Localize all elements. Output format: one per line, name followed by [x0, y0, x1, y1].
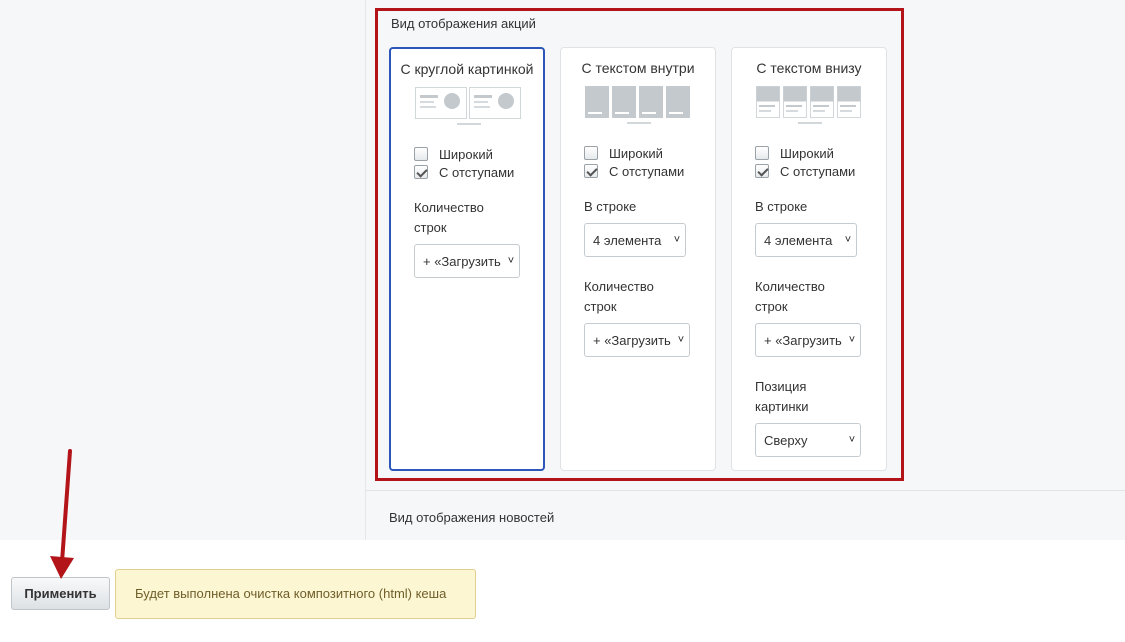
card-title: С текстом внизу	[756, 60, 862, 76]
image-position-select[interactable]: Сверху ˅	[755, 423, 861, 457]
padding-checkbox[interactable]	[755, 164, 769, 178]
per-row-label: В строке	[755, 199, 808, 214]
wide-checkbox[interactable]	[755, 146, 769, 160]
red-arrow-annotation	[50, 449, 74, 579]
padding-checkbox-row[interactable]: С отступами	[414, 163, 514, 181]
padding-checkbox[interactable]	[584, 164, 598, 178]
cache-notice: Будет выполнена очистка композитного (ht…	[115, 569, 476, 619]
checkbox-label: Широкий	[439, 146, 493, 162]
card-title: С круглой картинкой	[400, 61, 534, 77]
thumb-stand	[627, 122, 651, 124]
padding-checkbox[interactable]	[414, 165, 428, 179]
section-title: Вид отображения акций	[391, 16, 536, 31]
rows-count-select[interactable]: + «Загрузить ещё» ˅	[584, 323, 690, 357]
text-inside-layout-icon	[585, 86, 690, 118]
checkbox-label: Широкий	[609, 145, 663, 161]
chevron-down-icon: ˅	[677, 334, 685, 346]
wide-checkbox-row[interactable]: Широкий	[584, 144, 684, 162]
checkbox-label: С отступами	[609, 163, 685, 179]
wide-checkbox[interactable]	[584, 146, 598, 160]
text-below-layout-icon	[756, 86, 861, 118]
per-row-select[interactable]: 4 элемента ˅	[755, 223, 857, 257]
wide-checkbox-row[interactable]: Широкий	[414, 145, 514, 163]
checkbox-label: С отступами	[439, 164, 515, 180]
section-divider	[365, 490, 1125, 491]
per-row-label: В строке	[584, 199, 637, 214]
checkbox-label: Широкий	[780, 145, 834, 161]
thumb-stand	[457, 123, 481, 125]
rows-count-label: Количество строк	[755, 279, 825, 314]
per-row-select[interactable]: 4 элемента ˅	[584, 223, 686, 257]
chevron-down-icon: ˅	[844, 234, 852, 246]
wide-checkbox[interactable]	[414, 147, 428, 161]
view-option-text-inside[interactable]: С текстом внутри Широкий С отступами В с…	[560, 47, 716, 471]
rows-count-label: Количество строк	[584, 279, 654, 314]
chevron-down-icon: ˅	[848, 334, 856, 346]
news-view-section-title: Вид отображения новостей	[389, 510, 555, 525]
wide-checkbox-row[interactable]: Широкий	[755, 144, 855, 162]
rows-count-label: Количество строк	[414, 200, 484, 235]
padding-checkbox-row[interactable]: С отступами	[755, 162, 855, 180]
checkbox-label: С отступами	[780, 163, 856, 179]
view-option-round-image[interactable]: С круглой картинкой Широкий С отступами	[389, 47, 545, 471]
view-option-text-below[interactable]: С текстом внизу Широкий С отступами В ст…	[731, 47, 887, 471]
card-title: С текстом внутри	[581, 60, 695, 76]
chevron-down-icon: ˅	[848, 434, 856, 446]
chevron-down-icon: ˅	[673, 234, 681, 246]
rows-count-select[interactable]: + «Загрузить ещё» ˅	[755, 323, 861, 357]
chevron-down-icon: ˅	[507, 255, 515, 267]
thumb-stand	[798, 122, 822, 124]
round-image-layout-icon	[415, 87, 521, 119]
rows-count-select[interactable]: + «Загрузить ещё» ˅	[414, 244, 520, 278]
promo-view-section: Вид отображения акций С круглой картинко…	[375, 8, 904, 481]
image-position-label: Позиция картинки	[755, 379, 809, 414]
padding-checkbox-row[interactable]: С отступами	[584, 162, 684, 180]
